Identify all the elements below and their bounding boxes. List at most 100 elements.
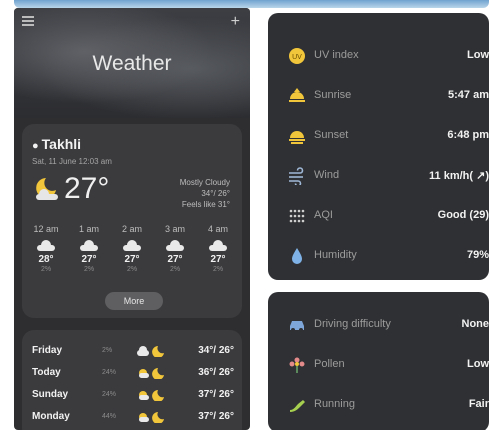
top-banner bbox=[14, 0, 489, 8]
daily-row[interactable]: Today 24% 36°/ 26° bbox=[32, 364, 234, 384]
date-time: Sat, 11 June 12:03 am bbox=[32, 157, 112, 166]
wind-icon bbox=[289, 167, 304, 185]
day-name: Today bbox=[32, 367, 61, 378]
cloud-icon bbox=[123, 240, 141, 251]
cloud-icon bbox=[80, 240, 98, 251]
feels-like: Feels like 31° bbox=[181, 200, 230, 209]
detail-label: Wind bbox=[314, 169, 340, 181]
detail-row-wind[interactable]: Wind 11 km/h( ↗) bbox=[268, 155, 489, 195]
lifestyle-panel: Driving difficulty None Pollen Low Runni… bbox=[268, 292, 489, 430]
location-label[interactable]: ● Takhli bbox=[32, 136, 81, 152]
lifestyle-row-driving[interactable]: Driving difficulty None bbox=[268, 304, 489, 344]
current-temperature: 27° bbox=[64, 172, 110, 205]
detail-value: 11 km/h( ↗) bbox=[429, 170, 489, 182]
hour-temp: 28° bbox=[38, 254, 54, 265]
detail-value: Good (29) bbox=[437, 209, 489, 221]
hour-item: 12 am 28° 2% bbox=[26, 224, 66, 273]
day-precip: 44% bbox=[102, 413, 117, 420]
hour-item: 3 am 27° 2% bbox=[155, 224, 195, 273]
location-pin-icon: ● bbox=[32, 140, 39, 152]
sun-cloud-moon-icon bbox=[139, 412, 164, 423]
sun-cloud-moon-icon bbox=[139, 368, 164, 379]
day-name: Friday bbox=[32, 345, 63, 356]
detail-label: UV index bbox=[314, 49, 359, 61]
hour-temp: 27° bbox=[210, 254, 226, 265]
detail-row-sunset[interactable]: Sunset 6:48 pm bbox=[268, 115, 489, 155]
lifestyle-row-running[interactable]: Running Fair bbox=[268, 384, 489, 424]
day-precip: 24% bbox=[102, 369, 117, 376]
detail-label: Sunrise bbox=[314, 89, 352, 101]
detail-label: Sunset bbox=[314, 129, 349, 141]
detail-value: 5:47 am bbox=[448, 89, 489, 101]
daily-row[interactable]: Friday 2% 34°/ 26° bbox=[32, 342, 234, 362]
current-weather-card: ● Takhli Sat, 11 June 12:03 am 27° Mostly… bbox=[22, 124, 242, 318]
lifestyle-label: Running bbox=[314, 398, 355, 410]
detail-value: Low bbox=[467, 49, 489, 61]
detail-row-aqi[interactable]: AQI Good (29) bbox=[268, 195, 489, 235]
page-title: Weather bbox=[92, 52, 172, 75]
hour-time: 4 am bbox=[207, 224, 228, 234]
daily-forecast-card: Friday 2% 34°/ 26° Today 24% 36°/ 26° Su… bbox=[22, 330, 242, 430]
condition-text: Mostly Cloudy bbox=[179, 178, 230, 187]
menu-icon[interactable] bbox=[22, 16, 34, 26]
hour-temp: 27° bbox=[167, 254, 183, 265]
detail-row-sunrise[interactable]: Sunrise 5:47 am bbox=[268, 75, 489, 115]
detail-value: 79% bbox=[466, 249, 489, 261]
sunset-icon bbox=[289, 131, 305, 144]
cloud-moon-icon bbox=[137, 346, 164, 357]
hour-precip: 2% bbox=[126, 266, 138, 273]
hour-time: 12 am bbox=[33, 224, 59, 234]
car-icon bbox=[290, 321, 304, 332]
more-button[interactable]: More bbox=[105, 292, 163, 310]
hour-precip: 2% bbox=[169, 266, 181, 273]
hour-item: 2 am 27° 2% bbox=[112, 224, 152, 273]
day-precip: 24% bbox=[102, 391, 117, 398]
add-location-icon[interactable]: + bbox=[231, 13, 240, 31]
lifestyle-value: Fair bbox=[468, 398, 489, 410]
hour-time: 3 am bbox=[164, 224, 185, 234]
daily-row[interactable]: Sunday 24% 37°/ 26° bbox=[32, 386, 234, 406]
moon-cloud-icon bbox=[36, 178, 58, 200]
hour-precip: 2% bbox=[212, 266, 224, 273]
detail-label: Humidity bbox=[314, 249, 357, 261]
hour-precip: 2% bbox=[83, 266, 95, 273]
day-temps: 34°/ 26° bbox=[198, 345, 234, 356]
day-precip: 2% bbox=[102, 347, 113, 354]
daily-row[interactable]: Monday 44% 37°/ 26° bbox=[32, 408, 234, 428]
weather-main-screen: + Weather ● Takhli Sat, 11 June 12:03 am … bbox=[14, 8, 250, 430]
hour-time: 2 am bbox=[121, 224, 142, 234]
lifestyle-value: None bbox=[461, 318, 489, 330]
sunrise-icon bbox=[289, 88, 305, 102]
aqi-icon bbox=[289, 209, 305, 223]
hour-temp: 27° bbox=[81, 254, 97, 265]
running-icon bbox=[290, 400, 305, 412]
hi-lo-temps: 34°/ 26° bbox=[201, 189, 230, 198]
svg-text:UV: UV bbox=[292, 54, 302, 61]
pollen-icon bbox=[289, 357, 305, 373]
hour-item: 1 am 27° 2% bbox=[69, 224, 109, 273]
location-name: Takhli bbox=[41, 136, 82, 152]
weather-details-screen: UV UV index Low Sunrise 5:47 am Sunset 6… bbox=[268, 8, 489, 430]
detail-row-humidity[interactable]: Humidity 79% bbox=[268, 235, 489, 275]
hour-time: 1 am bbox=[78, 224, 99, 234]
day-name: Monday bbox=[32, 411, 70, 422]
details-panel: UV UV index Low Sunrise 5:47 am Sunset 6… bbox=[268, 13, 489, 280]
sun-cloud-moon-icon bbox=[139, 390, 164, 401]
lifestyle-label: Driving difficulty bbox=[314, 318, 391, 330]
cloud-icon bbox=[37, 240, 55, 251]
cloud-icon bbox=[209, 240, 227, 251]
lifestyle-label: Pollen bbox=[314, 358, 345, 370]
hourly-forecast: 12 am 28° 2% 1 am 27° 2% 2 am 27° 2% 3 a… bbox=[26, 224, 238, 273]
lifestyle-value: Low bbox=[467, 358, 489, 370]
cloud-icon bbox=[166, 240, 184, 251]
day-name: Sunday bbox=[32, 389, 69, 400]
day-temps: 37°/ 26° bbox=[198, 411, 234, 422]
detail-row-uv[interactable]: UV UV index Low bbox=[268, 35, 489, 75]
hour-precip: 2% bbox=[40, 266, 52, 273]
hour-item: 4 am 27° 2% bbox=[198, 224, 238, 273]
day-temps: 36°/ 26° bbox=[198, 367, 234, 378]
detail-label: AQI bbox=[314, 209, 333, 221]
lifestyle-row-pollen[interactable]: Pollen Low bbox=[268, 344, 489, 384]
uv-icon: UV bbox=[289, 48, 305, 64]
condition-block: Mostly Cloudy 34°/ 26° Feels like 31° bbox=[180, 177, 230, 210]
